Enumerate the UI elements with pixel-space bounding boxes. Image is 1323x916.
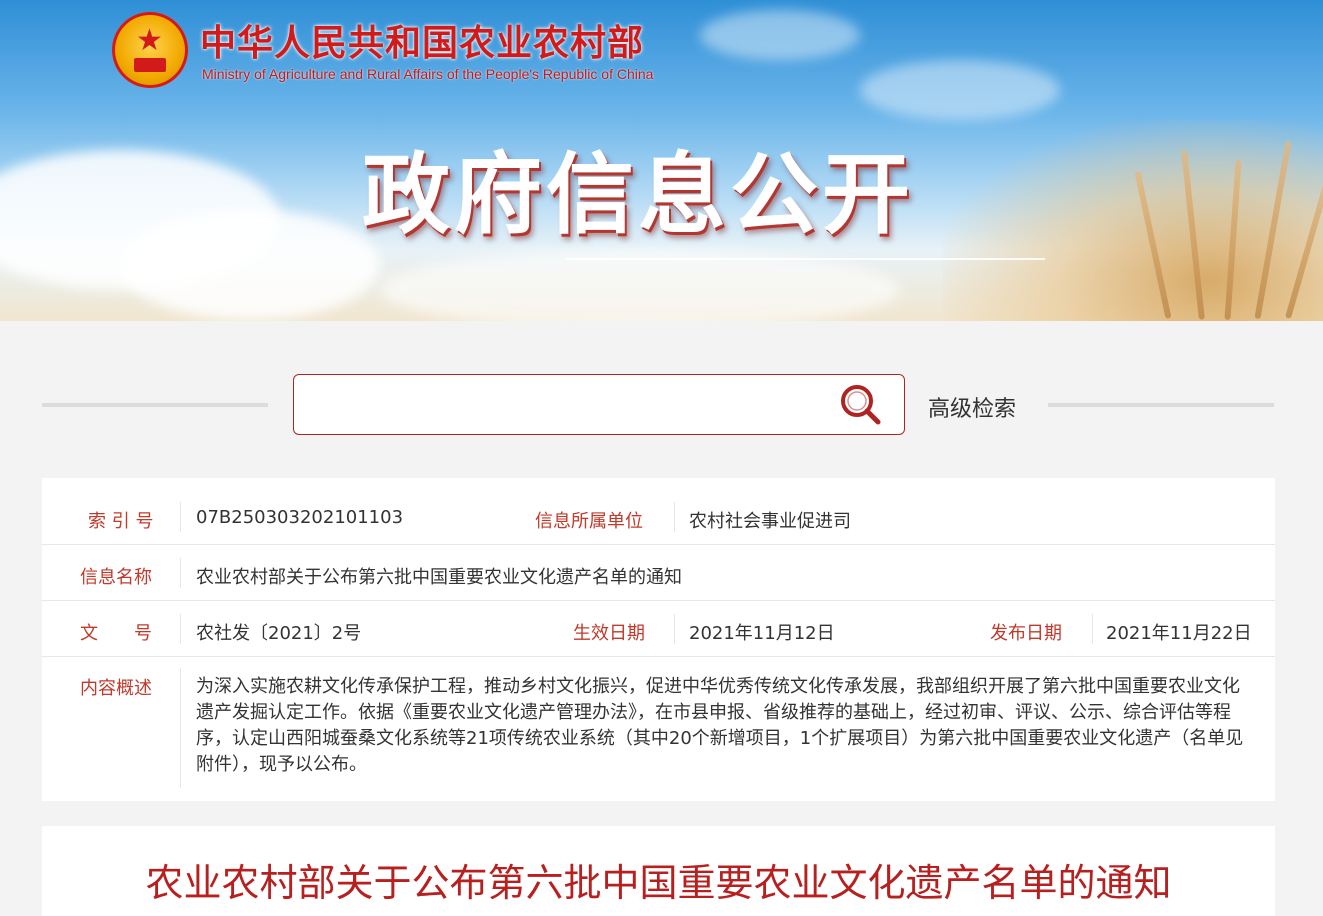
publish-date-label: 发布日期 <box>990 623 1062 644</box>
summary-label: 内容概述 <box>80 678 152 699</box>
advanced-search-link[interactable]: 高级检索 <box>928 391 1016 423</box>
docno-label: 文 号 <box>80 623 152 644</box>
wheat-decoration <box>943 120 1323 321</box>
unit-label: 信息所属单位 <box>535 511 643 532</box>
banner-divider <box>565 258 1045 260</box>
unit-value: 农村社会事业促进司 <box>689 511 851 532</box>
effective-date-value: 2021年11月12日 <box>689 623 835 644</box>
national-emblem-icon[interactable]: ★ <box>112 12 188 88</box>
info-card: 索 引 号 07B250303202101103 信息所属单位 农村社会事业促进… <box>42 478 1275 801</box>
site-name-en: Ministry of Agriculture and Rural Affair… <box>202 66 654 82</box>
divider-left <box>42 403 268 407</box>
info-row: 索 引 号 07B250303202101103 信息所属单位 农村社会事业促进… <box>42 488 1275 545</box>
summary-text: 为深入实施农耕文化传承保护工程，推动乡村文化振兴，促进中华优秀传统文化传承发展，… <box>196 676 1244 775</box>
info-row: 信息名称 农业农村部关于公布第六批中国重要农业文化遗产名单的通知 <box>42 545 1275 601</box>
divider-right <box>1048 403 1274 407</box>
index-label: 索 引 号 <box>88 511 154 532</box>
publish-date-value: 2021年11月22日 <box>1106 623 1252 644</box>
index-value: 07B250303202101103 <box>196 507 404 528</box>
name-label: 信息名称 <box>80 567 152 588</box>
header-banner: ★ 中华人民共和国农业农村部 Ministry of Agriculture a… <box>0 0 1323 321</box>
site-name-cn[interactable]: 中华人民共和国农业农村部 <box>200 14 644 66</box>
document-title-card: 农业农村部关于公布第六批中国重要农业文化遗产名单的通知 <box>42 826 1275 916</box>
search-bar: 高级检索 <box>0 321 1323 451</box>
docno-value: 农社发〔2021〕2号 <box>196 623 362 644</box>
name-value: 农业农村部关于公布第六批中国重要农业文化遗产名单的通知 <box>196 567 682 588</box>
search-icon[interactable] <box>838 382 882 426</box>
search-input[interactable] <box>293 374 905 435</box>
banner-title: 政府信息公开 <box>362 143 915 246</box>
effective-date-label: 生效日期 <box>573 623 645 644</box>
document-title: 农业农村部关于公布第六批中国重要农业文化遗产名单的通知 <box>145 861 1172 905</box>
info-row: 文 号 农社发〔2021〕2号 生效日期 2021年11月12日 发布日期 20… <box>42 601 1275 657</box>
